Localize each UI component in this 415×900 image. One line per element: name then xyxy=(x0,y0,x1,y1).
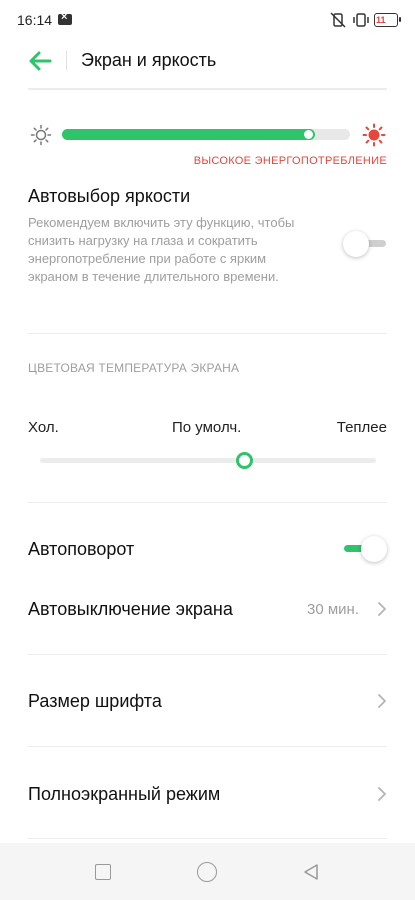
status-time: 16:14 xyxy=(17,12,53,28)
page-title: Экран и яркость xyxy=(81,50,217,70)
app-bar: Экран и яркость xyxy=(0,40,415,82)
divider xyxy=(28,654,387,655)
screen-timeout-value: 30 мин. xyxy=(307,601,359,618)
color-temperature-section-label: ЦВЕТОВАЯ ТЕМПЕРАТУРА ЭКРАНА xyxy=(28,361,240,375)
recent-apps-icon[interactable] xyxy=(95,864,111,880)
status-bar: 16:14 11 xyxy=(0,0,415,40)
divider xyxy=(28,333,387,334)
chevron-right-icon xyxy=(378,602,386,616)
home-icon[interactable] xyxy=(197,862,217,882)
brightness-slider-row xyxy=(0,118,415,152)
vibrate-off-icon xyxy=(330,12,346,28)
navigation-bar xyxy=(0,843,415,900)
chevron-right-icon xyxy=(378,787,386,801)
divider xyxy=(28,838,387,839)
vibrate-icon xyxy=(353,13,369,27)
back-arrow-icon[interactable] xyxy=(26,48,54,74)
color-temperature-thumb[interactable] xyxy=(236,452,253,469)
sun-high-icon xyxy=(362,123,386,147)
high-power-warning: ВЫСОКОЕ ЭНЕРГОПОТРЕБЛЕНИЕ xyxy=(193,155,387,167)
auto-brightness-title: Автовыбор яркости xyxy=(28,186,191,206)
auto-rotate-label: Автоповорот xyxy=(28,539,135,559)
toggle-knob xyxy=(361,536,387,562)
battery-icon: 11 xyxy=(374,13,401,27)
nav-back-icon[interactable] xyxy=(302,863,320,881)
app-bar-divider xyxy=(66,51,67,70)
color-temperature-labels: Хол. По умолч. Теплее xyxy=(28,419,387,439)
sun-low-icon xyxy=(30,124,52,146)
auto-rotate-toggle[interactable] xyxy=(341,534,387,564)
brightness-fill xyxy=(62,129,315,140)
screen-timeout-label: Автовыключение экрана xyxy=(28,599,233,619)
font-size-label: Размер шрифта xyxy=(28,691,162,711)
temp-cold-label: Хол. xyxy=(28,419,59,436)
header-divider xyxy=(28,88,387,90)
notification-icon xyxy=(58,11,72,25)
chevron-right-icon xyxy=(378,694,386,708)
divider xyxy=(28,746,387,747)
temp-default-label: По умолч. xyxy=(172,419,242,436)
battery-level: 11 xyxy=(376,15,386,25)
divider xyxy=(28,502,387,503)
fullscreen-mode-label: Полноэкранный режим xyxy=(28,784,221,804)
color-temperature-slider[interactable] xyxy=(40,458,376,463)
temp-warm-label: Теплее xyxy=(336,419,387,436)
toggle-knob xyxy=(343,231,369,257)
brightness-slider[interactable] xyxy=(62,129,350,140)
brightness-thumb[interactable] xyxy=(304,130,313,139)
auto-brightness-toggle[interactable] xyxy=(343,229,389,259)
auto-brightness-description: Рекомендуем включить эту функцию, чтобы … xyxy=(28,215,295,284)
